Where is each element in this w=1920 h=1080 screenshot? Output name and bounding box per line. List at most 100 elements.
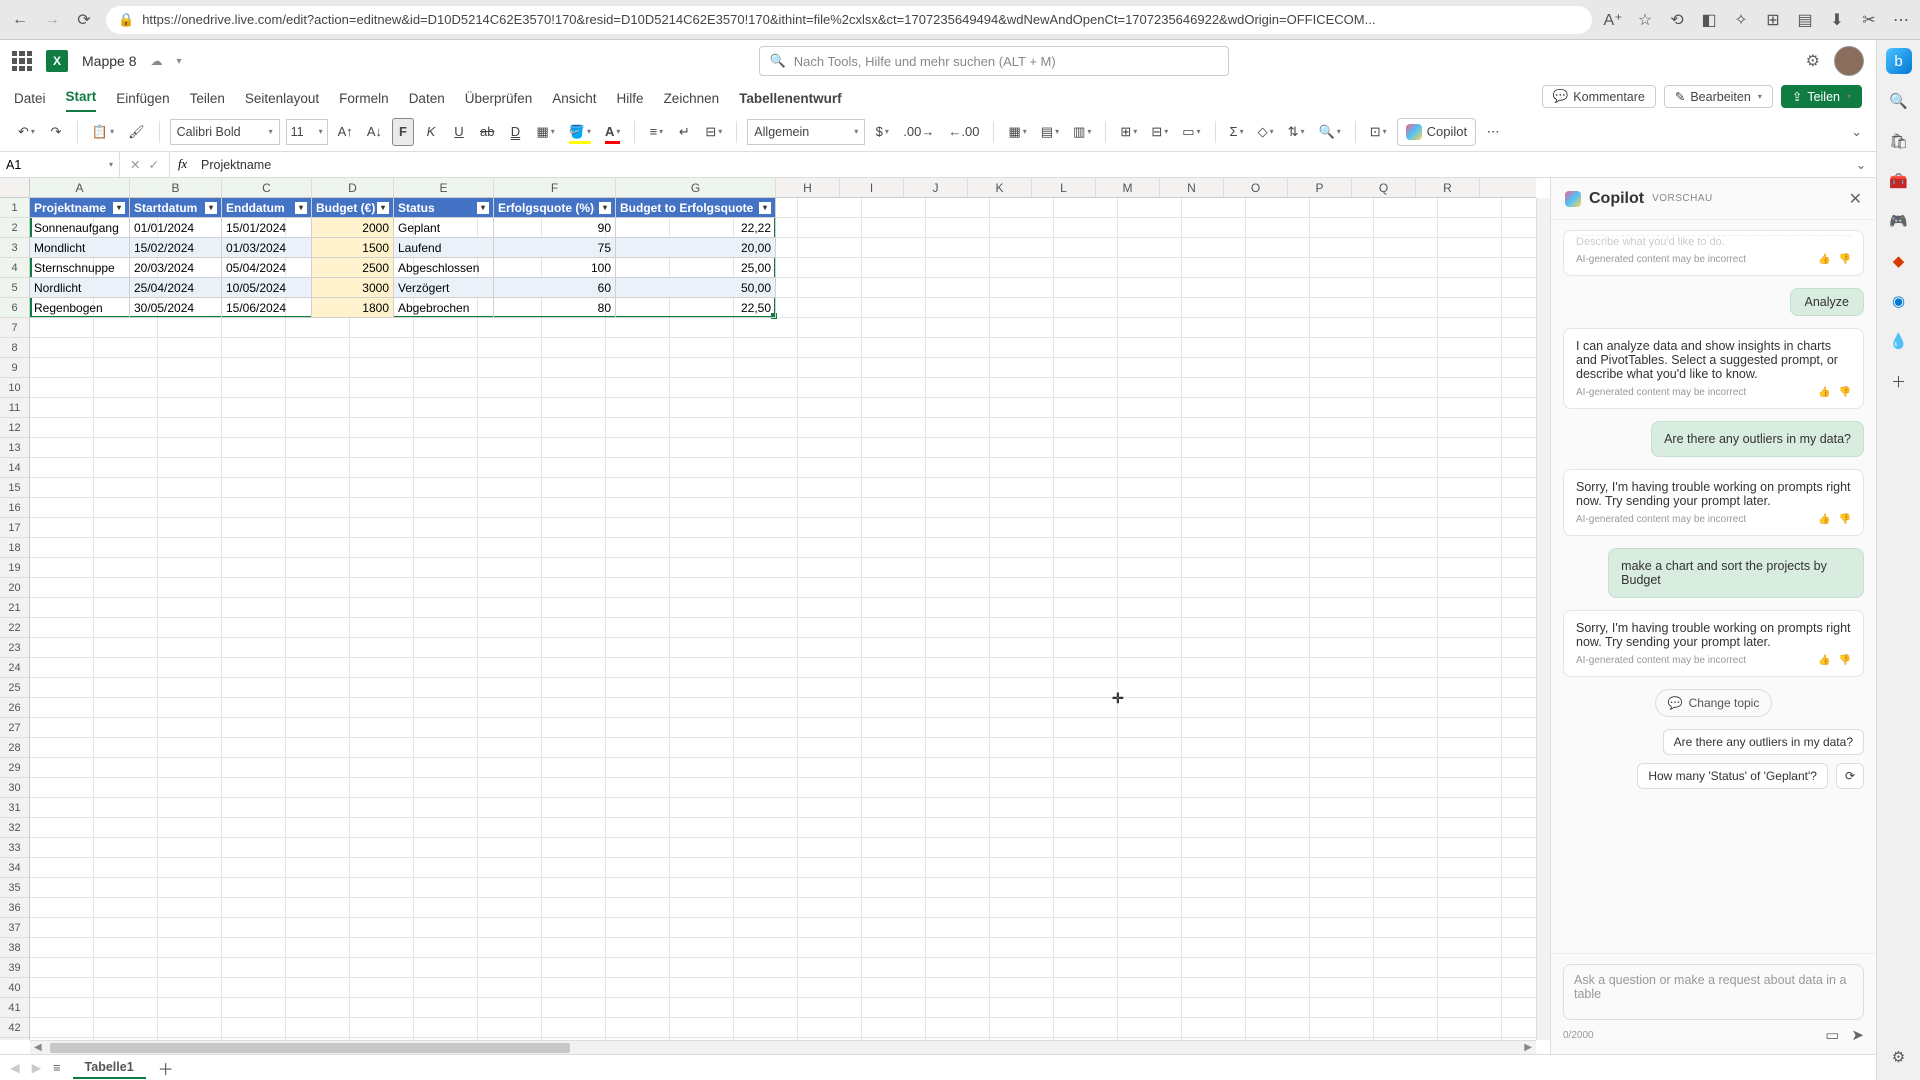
- table-header-cell[interactable]: Projektname▾: [30, 198, 130, 218]
- table-cell[interactable]: 100: [494, 258, 616, 278]
- row-header[interactable]: 2: [0, 218, 29, 238]
- table-cell[interactable]: 15/06/2024: [222, 298, 312, 318]
- table-cell[interactable]: 2000: [312, 218, 394, 238]
- saved-cloud-icon[interactable]: ☁: [150, 54, 162, 68]
- row-header[interactable]: 30: [0, 778, 29, 798]
- row-header[interactable]: 14: [0, 458, 29, 478]
- row-header[interactable]: 21: [0, 598, 29, 618]
- column-header[interactable]: F: [494, 178, 616, 197]
- row-header[interactable]: 26: [0, 698, 29, 718]
- borders-button[interactable]: ▦▾: [532, 118, 558, 146]
- double-underline-button[interactable]: D: [504, 118, 526, 146]
- text-size-icon[interactable]: A⁺: [1604, 11, 1622, 29]
- row-header[interactable]: 40: [0, 978, 29, 998]
- table-cell[interactable]: Mondlicht: [30, 238, 130, 258]
- address-bar[interactable]: 🔒 https://onedrive.live.com/edit?action=…: [106, 6, 1592, 34]
- table-cell[interactable]: 15/01/2024: [222, 218, 312, 238]
- column-header[interactable]: A: [30, 178, 130, 197]
- back-button[interactable]: ←: [10, 10, 30, 30]
- title-dropdown-icon[interactable]: ▾: [176, 56, 181, 67]
- row-header[interactable]: 39: [0, 958, 29, 978]
- table-cell[interactable]: 25/04/2024: [130, 278, 222, 298]
- row-header[interactable]: 25: [0, 678, 29, 698]
- change-topic-button[interactable]: 💬Change topic: [1655, 689, 1773, 717]
- sidebar-outlook-icon[interactable]: ◉: [1886, 288, 1912, 314]
- fill-color-button[interactable]: 🪣▾: [565, 118, 595, 146]
- row-header[interactable]: 9: [0, 358, 29, 378]
- thumbs-up-icon[interactable]: 👍: [1818, 514, 1830, 525]
- format-cells-button[interactable]: ▭▾: [1178, 118, 1204, 146]
- row-header[interactable]: 41: [0, 998, 29, 1018]
- column-header[interactable]: K: [968, 178, 1032, 197]
- column-header[interactable]: P: [1288, 178, 1352, 197]
- sidebar-settings-icon[interactable]: ⚙: [1886, 1044, 1912, 1070]
- table-cell[interactable]: 3000: [312, 278, 394, 298]
- sidebar-search-icon[interactable]: 🔍: [1886, 88, 1912, 114]
- clear-button[interactable]: ◇▾: [1254, 118, 1278, 146]
- format-table-button[interactable]: ▤▾: [1037, 118, 1063, 146]
- column-header[interactable]: I: [840, 178, 904, 197]
- currency-button[interactable]: $▾: [871, 118, 893, 146]
- table-cell[interactable]: Sternschnuppe: [30, 258, 130, 278]
- user-avatar[interactable]: [1834, 46, 1864, 76]
- row-header[interactable]: 15: [0, 478, 29, 498]
- sidebar-office-icon[interactable]: ◆: [1886, 248, 1912, 274]
- column-header[interactable]: M: [1096, 178, 1160, 197]
- settings-icon[interactable]: ⚙: [1806, 51, 1820, 71]
- table-cell[interactable]: 01/03/2024: [222, 238, 312, 258]
- split-icon[interactable]: ◧: [1700, 11, 1718, 29]
- horizontal-scrollbar[interactable]: ◀ ▶: [30, 1040, 1536, 1054]
- tab-tabellenentwurf[interactable]: Tabellenentwurf: [739, 91, 842, 112]
- row-header[interactable]: 18: [0, 538, 29, 558]
- strikethrough-button[interactable]: ab: [476, 118, 498, 146]
- thumbs-down-icon[interactable]: 👎: [1839, 254, 1851, 265]
- font-color-button[interactable]: A▾: [601, 118, 624, 146]
- close-copilot-button[interactable]: ✕: [1849, 189, 1862, 209]
- reader-icon[interactable]: ▤: [1796, 11, 1814, 29]
- tab-ansicht[interactable]: Ansicht: [552, 91, 596, 112]
- conditional-format-button[interactable]: ▦▾: [1004, 118, 1030, 146]
- spreadsheet-grid[interactable]: ABCDEFGHIJKLMNOPQR 123456789101112131415…: [0, 178, 1550, 1054]
- font-select[interactable]: Calibri Bold▾: [170, 119, 280, 145]
- select-all-corner[interactable]: [0, 178, 30, 198]
- column-header[interactable]: D: [312, 178, 394, 197]
- table-cell[interactable]: 22,50: [616, 298, 776, 318]
- number-format-select[interactable]: Allgemein▾: [747, 119, 865, 145]
- row-header[interactable]: 19: [0, 558, 29, 578]
- row-header[interactable]: 12: [0, 418, 29, 438]
- suggestion-chip[interactable]: Are there any outliers in my data?: [1663, 729, 1864, 755]
- row-header[interactable]: 20: [0, 578, 29, 598]
- italic-button[interactable]: K: [420, 118, 442, 146]
- cell-styles-button[interactable]: ▥▾: [1069, 118, 1095, 146]
- row-header[interactable]: 17: [0, 518, 29, 538]
- row-header[interactable]: 11: [0, 398, 29, 418]
- tab-einfuegen[interactable]: Einfügen: [116, 91, 169, 112]
- expand-formula-icon[interactable]: ⌄: [1846, 152, 1876, 177]
- table-cell[interactable]: 50,00: [616, 278, 776, 298]
- editing-mode-button[interactable]: ✎Bearbeiten▾: [1664, 85, 1773, 108]
- row-header[interactable]: 29: [0, 758, 29, 778]
- bold-button[interactable]: F: [392, 118, 414, 146]
- column-header[interactable]: B: [130, 178, 222, 197]
- table-cell[interactable]: 05/04/2024: [222, 258, 312, 278]
- row-header[interactable]: 37: [0, 918, 29, 938]
- thumbs-up-icon[interactable]: 👍: [1818, 387, 1830, 398]
- table-cell[interactable]: 20,00: [616, 238, 776, 258]
- tab-datei[interactable]: Datei: [14, 91, 46, 112]
- table-header-cell[interactable]: Erfolgsquote (%)▾: [494, 198, 616, 218]
- row-header[interactable]: 35: [0, 878, 29, 898]
- thumbs-up-icon[interactable]: 👍: [1818, 254, 1830, 265]
- decrease-font-button[interactable]: A↓: [363, 118, 386, 146]
- sheet-nav-prev-icon[interactable]: ◀: [10, 1060, 20, 1075]
- row-header[interactable]: 1: [0, 198, 29, 218]
- enter-formula-icon[interactable]: ✓: [148, 157, 158, 172]
- table-cell[interactable]: 15/02/2024: [130, 238, 222, 258]
- add-sheet-button[interactable]: ＋: [158, 1056, 174, 1080]
- column-header[interactable]: N: [1160, 178, 1224, 197]
- sheet-nav-next-icon[interactable]: ▶: [32, 1060, 42, 1075]
- row-header[interactable]: 13: [0, 438, 29, 458]
- table-cell[interactable]: 75: [494, 238, 616, 258]
- delete-cells-button[interactable]: ⊟▾: [1147, 118, 1172, 146]
- tab-hilfe[interactable]: Hilfe: [617, 91, 644, 112]
- favorite-icon[interactable]: ☆: [1636, 11, 1654, 29]
